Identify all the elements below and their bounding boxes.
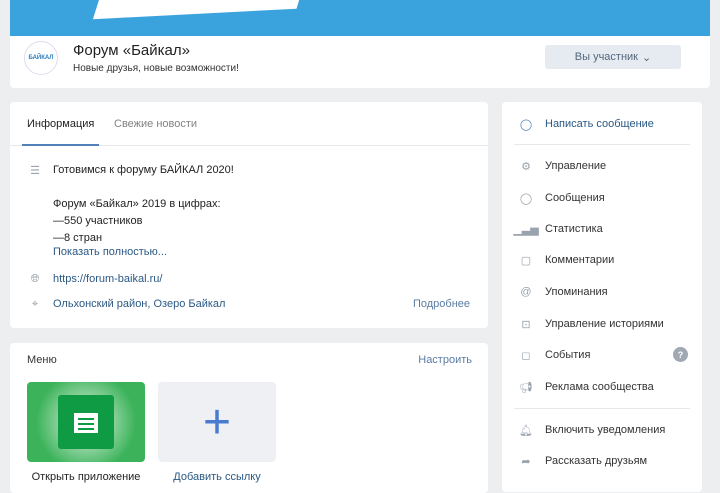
description-row: ☰ [27, 162, 43, 178]
action-manage[interactable]: ⚙ Управление [517, 158, 606, 174]
action-stats[interactable]: ▁▃▅ Статистика [513, 221, 603, 237]
action-label: Управление [545, 160, 607, 172]
action-events[interactable]: ◻ События [517, 347, 590, 363]
description: Готовимся к форуму БАЙКАЛ 2020! Форум «Б… [53, 162, 234, 261]
app-tile-label[interactable]: Открыть приложение [27, 471, 145, 483]
action-label: Управление историями [545, 318, 664, 330]
divider [514, 408, 690, 409]
group-header: БАЙКАЛ Форум «Байкал» Новые друзья, новы… [10, 36, 710, 88]
gear-icon: ⚙ [521, 160, 531, 173]
action-label: Статистика [545, 223, 603, 235]
details-link[interactable]: Подробнее [413, 298, 470, 310]
divider [514, 144, 690, 145]
tab-bar: Информация Свежие новости [10, 102, 488, 146]
website-link[interactable]: https://forum-baikal.ru/ [53, 273, 162, 285]
member-label: Вы участник [574, 51, 638, 63]
app-icon [58, 395, 114, 449]
description-line: Готовимся к форуму БАЙКАЛ 2020! [53, 164, 234, 176]
message-icon: ◯ [519, 192, 533, 205]
location-pin-icon: ⌖ [31, 297, 39, 310]
stats-icon: ▁▃▅ [513, 223, 539, 236]
megaphone-icon: 📢︎ [519, 381, 533, 394]
add-link-label[interactable]: Добавить ссылку [158, 471, 276, 483]
location-link[interactable]: Ольхонский район, Озеро Байкал [53, 298, 225, 310]
action-comments[interactable]: ▢ Комментарии [517, 252, 615, 268]
actions-card: ◯ Написать сообщение ⚙ Управление ◯ Сообщен… [502, 102, 702, 492]
logo-text: БАЙКАЛ [28, 55, 54, 61]
member-button[interactable]: Вы участник ⌄ [545, 45, 681, 69]
action-mentions[interactable]: @ Упоминания [517, 284, 608, 300]
action-label: Включить уведомления [545, 424, 666, 436]
action-label: Комментарии [545, 254, 615, 266]
group-status: Новые друзья, новые возможности! [73, 63, 239, 74]
action-label: Сообщения [545, 192, 605, 204]
menu-title: Меню [27, 354, 57, 366]
action-label: События [545, 349, 591, 361]
action-messages[interactable]: ◯ Сообщения [517, 190, 605, 206]
description-line: Форум «Байкал» 2019 в цифрах: [53, 198, 221, 210]
menu-card: Меню Настроить + Открыть приложение Доба… [10, 343, 488, 493]
action-label: Упоминания [545, 286, 608, 298]
events-icon: ◻ [521, 349, 531, 362]
text-lines-icon: ☰ [30, 164, 40, 177]
group-title: Форум «Байкал» [73, 42, 190, 59]
app-tile[interactable] [27, 382, 145, 462]
website-row: 🌐︎ https://forum-baikal.ru/ [27, 271, 163, 287]
comment-icon: ▢ [520, 254, 532, 267]
help-badge[interactable]: ? [673, 347, 688, 362]
chevron-down-icon: ⌄ [642, 51, 652, 64]
info-card: Информация Свежие новости ☰ Готовимся к … [10, 102, 488, 328]
show-more-link[interactable]: Показать полностью... [53, 244, 234, 261]
tab-info[interactable]: Информация [21, 118, 100, 146]
share-button[interactable]: ➦ Рассказать друзьям [517, 453, 647, 469]
action-stories[interactable]: ⊡ Управление историями [517, 316, 664, 332]
bell-icon: 🔔︎ [519, 424, 533, 437]
description-line: —550 участников [53, 215, 143, 227]
write-label: Написать сообщение [545, 118, 654, 130]
globe-icon: 🌐︎ [30, 272, 40, 285]
action-label: Рассказать друзьям [545, 455, 648, 467]
configure-link[interactable]: Настроить [418, 354, 472, 366]
location-row: ⌖ Ольхонский район, Озеро Байкал [27, 296, 226, 312]
cover-image [10, 0, 710, 36]
notify-button[interactable]: 🔔︎ Включить уведомления [517, 422, 665, 438]
tab-news[interactable]: Свежие новости [114, 118, 197, 130]
message-icon: ◯ [519, 118, 533, 131]
stories-icon: ⊡ [521, 318, 531, 331]
group-avatar[interactable]: БАЙКАЛ [24, 41, 58, 75]
write-message-button[interactable]: ◯ Написать сообщение [517, 116, 654, 132]
plus-icon: + [202, 395, 232, 449]
action-label: Реклама сообщества [545, 381, 654, 393]
share-icon: ➦ [521, 455, 531, 468]
add-link-tile[interactable]: + [158, 382, 276, 462]
action-ads[interactable]: 📢︎ Реклама сообщества [517, 379, 654, 395]
at-icon: @ [520, 286, 532, 298]
